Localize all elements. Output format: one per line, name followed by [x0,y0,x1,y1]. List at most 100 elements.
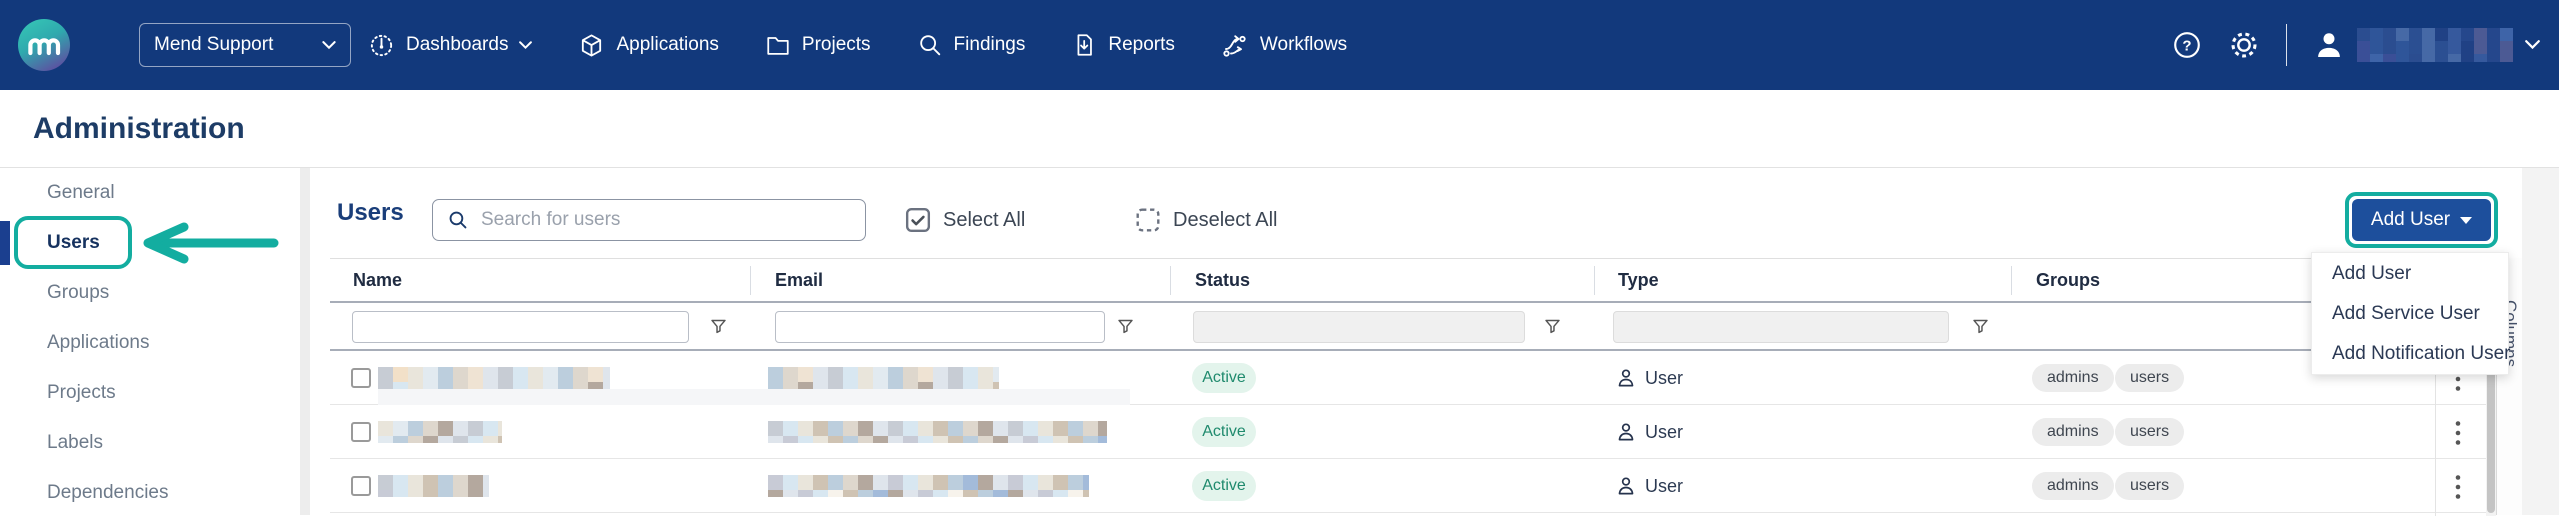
folder-icon [765,32,791,58]
sidebar-item-applications[interactable]: Applications [0,318,320,368]
highlight-annotation-box: Add User [2345,192,2498,248]
sidebar-item-dependencies[interactable]: Dependencies [0,468,320,518]
nav-item-dashboards[interactable]: Dashboards [368,32,532,59]
page-title: Administration [33,112,245,146]
org-selector[interactable]: Mend Support [139,23,351,67]
filter-funnel-icon[interactable] [1116,317,1135,336]
row-checkbox[interactable] [351,476,371,496]
person-icon [1615,421,1637,443]
column-header-status[interactable]: Status [1195,259,1250,301]
navbar-divider [2286,24,2287,66]
chevron-down-icon [519,41,532,50]
table-row: Active User admins users [330,351,2486,405]
add-user-menu: Add User Add Service User Add Notificati… [2311,252,2509,375]
nav-item-findings[interactable]: Findings [917,32,1026,58]
user-name-redacted [2357,28,2513,62]
users-panel: Users Select All Deselect All Add User [320,168,2559,515]
help-button[interactable]: ? [2172,30,2202,60]
menu-item-add-notification-user[interactable]: Add Notification User [2312,334,2508,374]
sidebar-item-labels[interactable]: Labels [0,418,320,468]
user-type-cell: User [1615,351,1683,405]
select-all-button[interactable]: Select All [905,199,1025,241]
group-chip: users [2115,364,2184,392]
user-type-label: User [1645,368,1683,389]
sidebar-item-projects[interactable]: Projects [0,368,320,418]
row-checkbox[interactable] [351,368,371,388]
user-type-cell: User [1615,405,1683,459]
settings-button[interactable] [2228,29,2260,61]
sidebar-item-label: Projects [47,382,116,404]
sidebar-item-label: Groups [47,282,109,304]
user-type-label: User [1645,476,1683,497]
nav-item-label: Reports [1108,34,1175,56]
sidebar-item-general[interactable]: General [0,168,320,218]
annotation-arrow-icon [134,221,280,265]
column-divider [750,266,751,295]
section-heading: Users [337,194,404,232]
row-checkbox[interactable] [351,422,371,442]
sidebar-item-label: Applications [47,332,149,354]
right-gutter [2522,168,2559,515]
mend-admin-screen: Mend Support Dashboards Applications Pro… [0,0,2559,515]
column-header-type[interactable]: Type [1618,259,1659,301]
nav-item-workflows[interactable]: Workflows [1221,31,1347,59]
status-badge: Active [1192,363,1256,393]
nav-item-projects[interactable]: Projects [765,32,871,58]
primary-nav: Dashboards Applications Projects Finding… [368,0,1347,90]
user-menu[interactable] [2313,28,2540,62]
email-redacted [768,475,1089,497]
row-actions-kebab-icon[interactable] [2443,472,2473,502]
nav-item-applications[interactable]: Applications [578,32,718,59]
search-input[interactable] [481,200,865,240]
search-icon [447,209,469,231]
row-highlight-band [378,389,1130,405]
user-avatar-icon [2313,29,2345,61]
column-header-groups[interactable]: Groups [2036,259,2100,301]
column-divider [1594,266,1595,295]
group-chip: users [2115,418,2184,446]
report-icon [1071,32,1097,58]
column-header-email[interactable]: Email [775,259,823,301]
table-scrollbar-thumb[interactable] [2487,351,2495,513]
menu-item-add-user[interactable]: Add User [2312,254,2508,294]
sidebar-item-label: General [47,182,115,204]
nav-item-label: Workflows [1260,34,1347,56]
sidebar-item-users[interactable]: Users [0,218,320,268]
deselect-all-label: Deselect All [1173,209,1278,232]
nav-item-label: Applications [616,34,718,56]
column-header-name[interactable]: Name [353,259,402,301]
gauge-icon [368,32,395,59]
filter-input-name[interactable] [352,311,689,343]
filter-funnel-icon[interactable] [1971,317,1990,336]
filter-input-type [1613,311,1949,343]
filter-funnel-icon[interactable] [709,317,728,336]
table-row: Active User admins users [330,459,2486,513]
cube-icon [578,32,605,59]
caret-down-icon [2460,217,2472,224]
menu-item-add-service-user[interactable]: Add Service User [2312,294,2508,334]
nav-item-label: Findings [954,34,1026,56]
person-icon [1615,367,1637,389]
email-redacted [768,367,999,389]
group-chip: admins [2032,364,2114,392]
filter-input-email[interactable] [775,311,1105,343]
users-toolbar: Users Select All Deselect All Add User [320,168,2496,258]
sidebar-item-groups[interactable]: Groups [0,268,320,318]
sidebar-item-label: Labels [47,432,103,454]
filter-funnel-icon[interactable] [1543,317,1562,336]
deselect-all-button[interactable]: Deselect All [1135,199,1278,241]
name-redacted [378,475,489,497]
help-icon: ? [2172,30,2202,60]
user-type-label: User [1645,422,1683,443]
group-chip: admins [2032,418,2114,446]
sidebar-scrollbar[interactable] [300,168,310,515]
add-user-button[interactable]: Add User [2352,199,2491,241]
table-header-row: Name Email Status Type Groups [330,259,2486,303]
magnifier-icon [917,32,943,58]
row-actions-kebab-icon[interactable] [2443,418,2473,448]
table-filter-row [330,303,2486,351]
nav-item-reports[interactable]: Reports [1071,32,1175,58]
workflow-icon [1221,31,1249,59]
user-search [432,199,866,241]
mend-logo-icon[interactable] [18,19,70,71]
